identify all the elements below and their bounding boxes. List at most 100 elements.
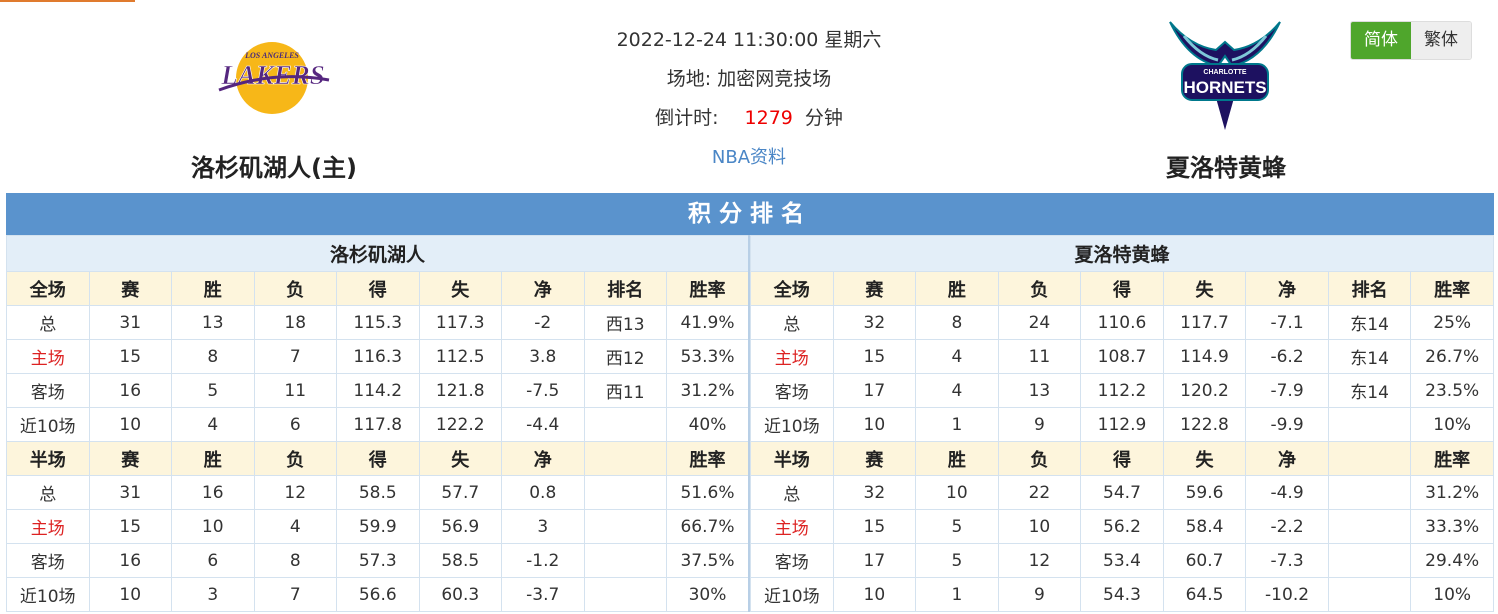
away-half-header-losses: 负	[997, 441, 1082, 476]
away-full-header-label: 全场	[750, 271, 834, 306]
away-half-cell-net: -7.3	[1245, 543, 1329, 578]
away-full-cell-losses: 13	[997, 373, 1082, 408]
away-half-cell-points-for: 54.3	[1080, 577, 1164, 612]
home-half-cell-rank	[583, 509, 667, 544]
home-half-cell-win-rate: 66.7%	[666, 509, 750, 544]
home-full-header-points-for: 得	[336, 271, 420, 306]
away-half-cell-rank	[1327, 509, 1412, 544]
simplified-chinese-button[interactable]: 简体	[1351, 22, 1411, 59]
home-full-cell-points-for: 117.8	[336, 407, 420, 442]
home-full-cell-points-for: 115.3	[336, 305, 420, 340]
away-full-cell-points-against: 122.8	[1162, 407, 1247, 442]
home-half-header-row: 半场赛胜负得失净 胜率	[6, 441, 750, 476]
away-full-header-points-for: 得	[1080, 271, 1164, 306]
home-full-header-games: 赛	[88, 271, 172, 306]
away-half-cell-points-against: 58.4	[1162, 509, 1247, 544]
away-half-cell-net: -2.2	[1245, 509, 1329, 544]
away-half-cell-rank	[1327, 577, 1412, 612]
away-half-header-label: 半场	[750, 441, 834, 476]
home-full-header-label: 全场	[6, 271, 90, 306]
away-half-header-win-rate: 胜率	[1410, 441, 1494, 476]
away-standings-body: 夏洛特黄蜂 全场赛胜负得失净排名 胜率总 32 8 24 110.6 117.7 -7.1 东1…	[750, 235, 1494, 612]
svg-text:HORNETS: HORNETS	[1183, 78, 1266, 97]
away-half-row: 总 32 10 22 54.7 59.6 -4.9 31.2%	[750, 475, 1494, 510]
home-half-cell-losses: 8	[253, 543, 337, 578]
home-full-cell-win-rate: 31.2%	[666, 373, 750, 408]
home-half-cell-losses: 7	[253, 577, 337, 612]
away-half-cell-games: 15	[832, 509, 917, 544]
home-full-cell-wins: 5	[171, 373, 255, 408]
home-full-header-points-against: 失	[418, 271, 502, 306]
away-half-cell-label: 客场	[750, 543, 834, 578]
home-full-row: 近10场 10 4 6 117.8 122.2 -4.4 40%	[6, 407, 750, 442]
traditional-chinese-button[interactable]: 繁体	[1411, 22, 1471, 59]
home-half-cell-label: 主场	[6, 509, 90, 544]
away-half-cell-points-for: 53.4	[1080, 543, 1164, 578]
away-full-cell-points-for: 110.6	[1080, 305, 1164, 340]
away-standings-table: 夏洛特黄蜂 全场赛胜负得失净排名 胜率总 32 8 24 110.6 117.7 -7.1 东1…	[750, 235, 1494, 612]
away-half-cell-losses: 12	[997, 543, 1082, 578]
hornets-logo[interactable]: CHARLOTTE HORNETS	[1164, 16, 1286, 132]
home-full-cell-label: 近10场	[6, 407, 90, 442]
away-full-cell-rank: 东14	[1327, 373, 1412, 408]
home-full-cell-label: 主场	[6, 339, 90, 374]
away-half-cell-label: 主场	[750, 509, 834, 544]
home-half-header-label: 半场	[6, 441, 90, 476]
nba-link-line: NBA资料	[549, 144, 949, 183]
away-half-header-net: 净	[1245, 441, 1329, 476]
away-full-row: 客场 17 4 13 112.2 120.2 -7.9 东14 23.5%	[750, 373, 1494, 408]
home-half-cell-points-against: 56.9	[418, 509, 502, 544]
home-full-cell-games: 10	[88, 407, 172, 442]
away-full-header-rank: 排名	[1327, 271, 1412, 306]
match-info: 2022-12-24 11:30:00 星期六 场地: 加密网竞技场 倒计时: 1…	[549, 27, 949, 183]
home-full-cell-points-for: 114.2	[336, 373, 420, 408]
away-full-cell-points-for: 108.7	[1080, 339, 1164, 374]
away-full-row: 主场 15 4 11 108.7 114.9 -6.2 东14 26.7%	[750, 339, 1494, 374]
home-full-header-win-rate: 胜率	[666, 271, 750, 306]
away-full-cell-label: 主场	[750, 339, 834, 374]
away-full-row: 近10场 10 1 9 112.9 122.8 -9.9 10%	[750, 407, 1494, 442]
away-half-cell-win-rate: 29.4%	[1410, 543, 1494, 578]
away-full-cell-points-against: 114.9	[1162, 339, 1247, 374]
away-half-cell-net: -4.9	[1245, 475, 1329, 510]
away-full-cell-points-for: 112.9	[1080, 407, 1164, 442]
away-full-cell-net: -7.1	[1245, 305, 1329, 340]
lakers-logo[interactable]: LOS ANGELES LAKERS	[211, 40, 335, 116]
home-full-header-rank: 排名	[583, 271, 667, 306]
home-full-cell-net: -7.5	[501, 373, 585, 408]
nba-data-link[interactable]: NBA资料	[712, 147, 786, 168]
standings-tables: 洛杉矶湖人 全场赛胜负得失净排名 胜率总 31 13 18 115.3 117.3 -2 西13…	[6, 235, 1494, 612]
home-full-cell-net: 3.8	[501, 339, 585, 374]
countdown-value: 1279	[744, 107, 793, 129]
home-half-header-net: 净	[501, 441, 585, 476]
away-half-header-row: 半场赛胜负得失净 胜率	[750, 441, 1494, 476]
home-full-header-wins: 胜	[171, 271, 255, 306]
home-half-header-games: 赛	[88, 441, 172, 476]
home-full-cell-points-against: 122.2	[418, 407, 502, 442]
away-half-header-points-against: 失	[1162, 441, 1247, 476]
home-half-cell-rank	[583, 475, 667, 510]
home-full-cell-win-rate: 53.3%	[666, 339, 750, 374]
home-full-cell-net: -4.4	[501, 407, 585, 442]
away-half-cell-games: 10	[832, 577, 917, 612]
away-half-header-rank	[1327, 441, 1412, 476]
home-full-cell-losses: 18	[253, 305, 337, 340]
away-full-header-row: 全场赛胜负得失净排名 胜率	[750, 271, 1494, 306]
away-half-cell-games: 17	[832, 543, 917, 578]
home-half-cell-games: 16	[88, 543, 172, 578]
away-half-cell-wins: 10	[915, 475, 999, 510]
away-full-header-net: 净	[1245, 271, 1329, 306]
away-full-header-losses: 负	[997, 271, 1082, 306]
away-half-cell-win-rate: 31.2%	[1410, 475, 1494, 510]
home-half-cell-wins: 3	[171, 577, 255, 612]
away-full-header-games: 赛	[832, 271, 917, 306]
away-team-name: 夏洛特黄蜂	[1166, 154, 1286, 182]
home-half-cell-wins: 10	[171, 509, 255, 544]
countdown-unit: 分钟	[804, 107, 843, 129]
away-full-cell-label: 近10场	[750, 407, 834, 442]
match-datetime: 2022-12-24 11:30:00 星期六	[616, 29, 882, 51]
home-half-header-win-rate: 胜率	[666, 441, 750, 476]
away-full-cell-losses: 11	[997, 339, 1082, 374]
away-half-cell-points-against: 59.6	[1162, 475, 1247, 510]
venue-label: 场地:	[666, 68, 712, 90]
